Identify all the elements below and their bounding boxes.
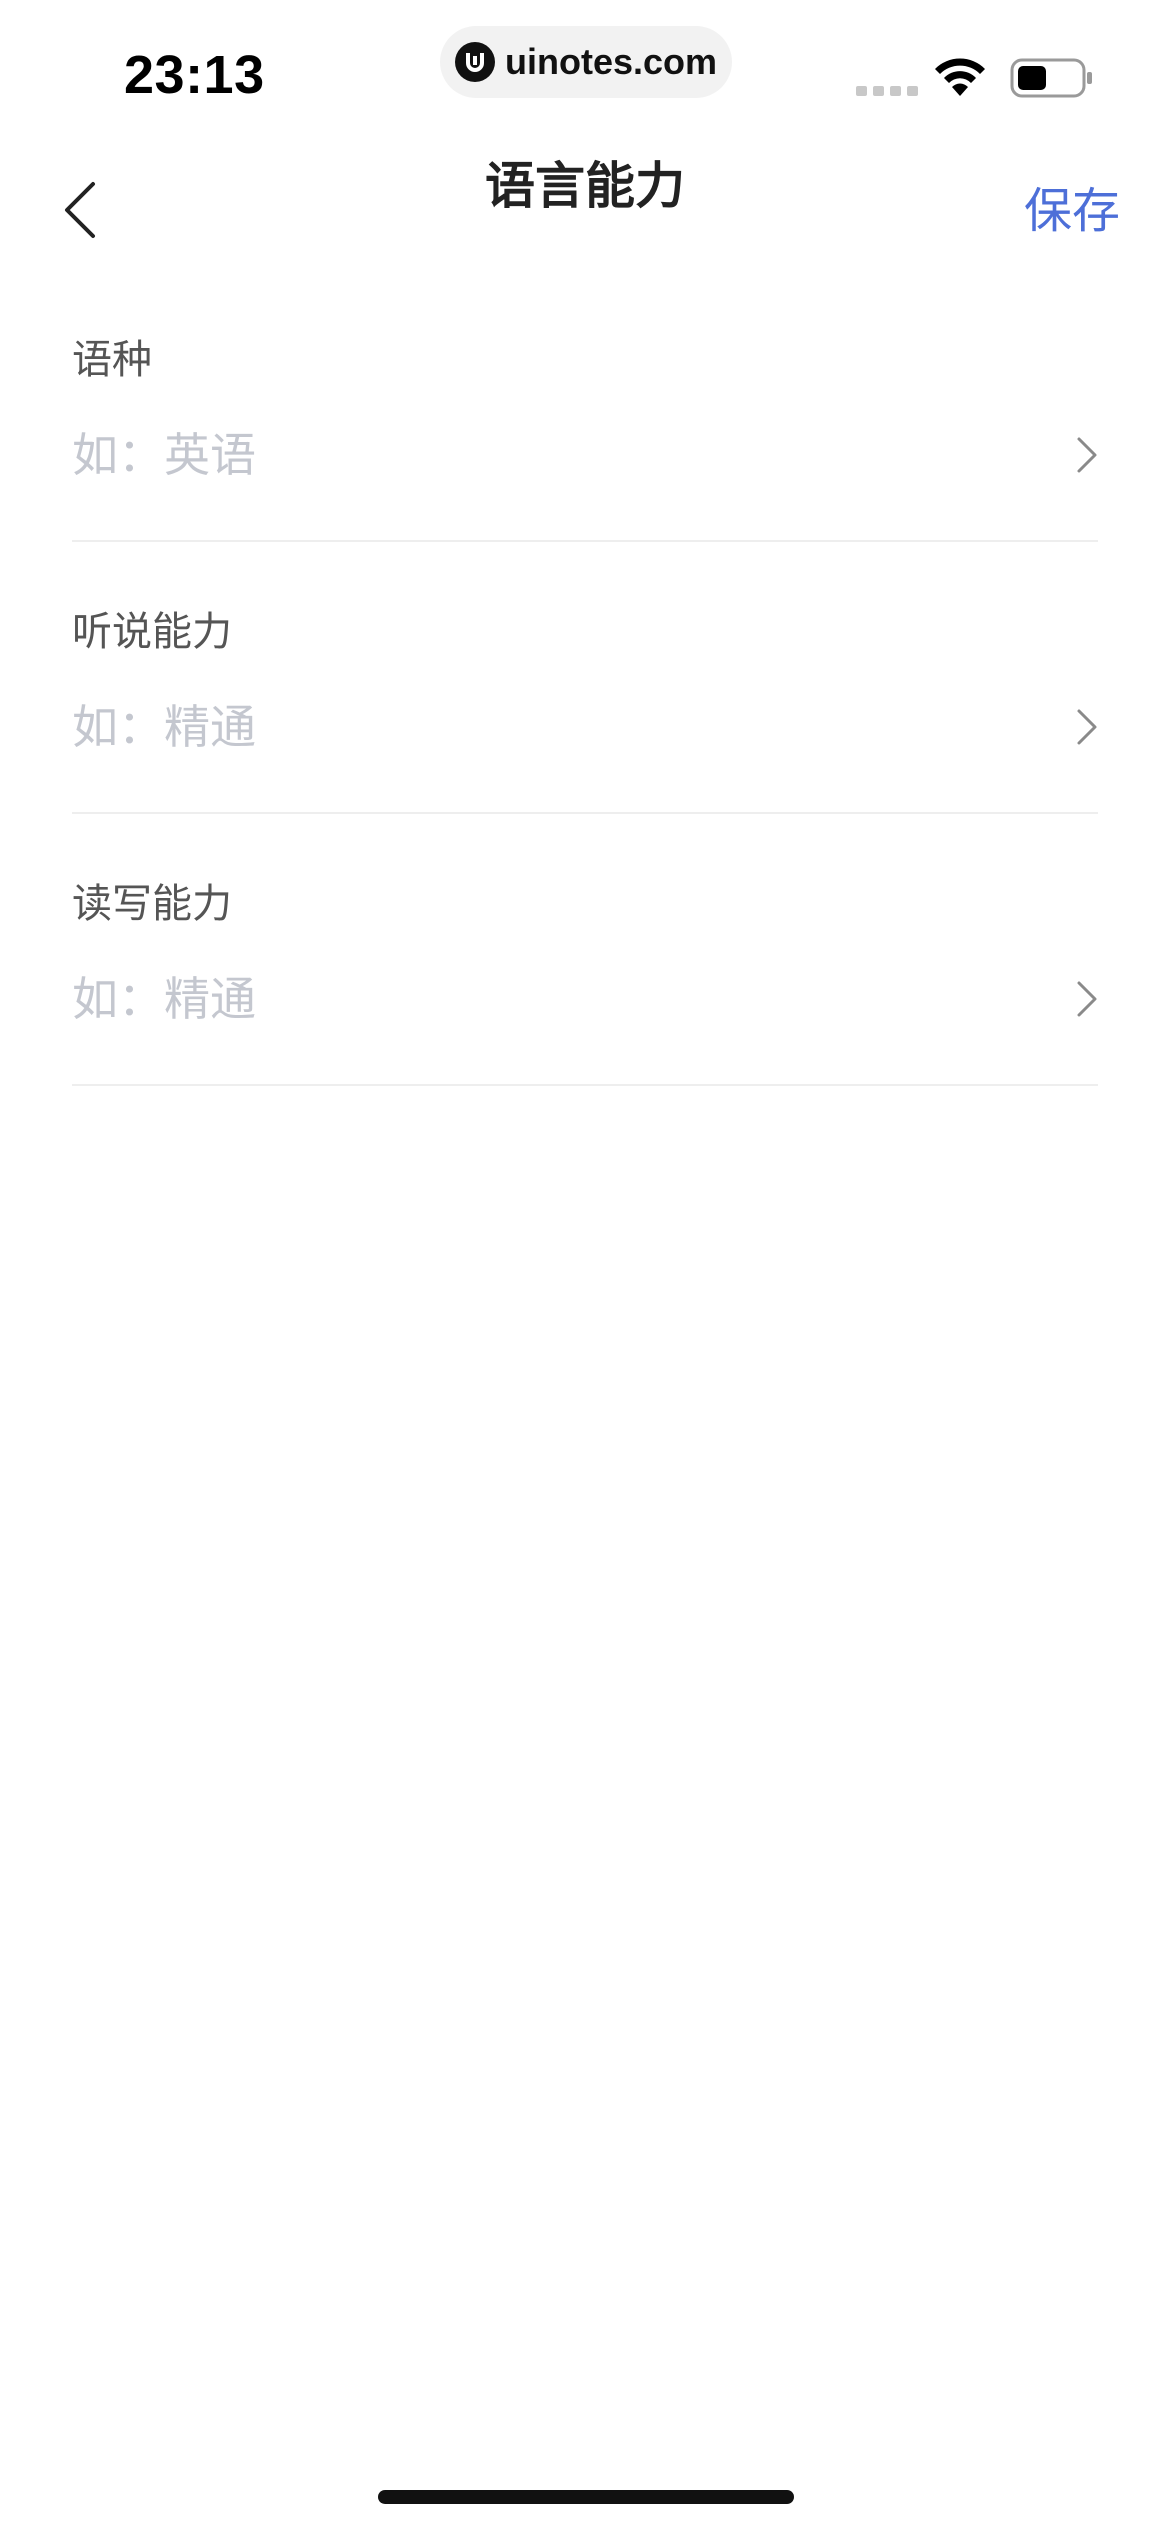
field-label: 读写能力 bbox=[72, 881, 232, 927]
chevron-right-icon bbox=[1077, 437, 1097, 473]
language-form: 语种 如：英语 听说能力 如：精通 读写能力 如：精通 bbox=[72, 270, 1098, 1086]
url-text: uinotes.com bbox=[504, 41, 718, 82]
navigation-bar: 语言能力 保存 bbox=[0, 140, 1170, 270]
reading-writing-field[interactable]: 读写能力 如：精通 bbox=[72, 814, 1098, 1086]
chevron-right-icon bbox=[1077, 981, 1097, 1017]
field-label: 语种 bbox=[72, 337, 152, 383]
field-label: 听说能力 bbox=[72, 609, 232, 655]
signal-icon bbox=[856, 86, 918, 96]
status-time: 23:13 bbox=[124, 45, 265, 105]
page-title: 语言能力 bbox=[485, 157, 685, 215]
listening-speaking-field[interactable]: 听说能力 如：精通 bbox=[72, 542, 1098, 814]
language-type-field[interactable]: 语种 如：英语 bbox=[72, 270, 1098, 542]
site-logo-icon bbox=[454, 42, 495, 82]
field-placeholder: 如：英语 bbox=[72, 428, 256, 482]
chevron-right-icon bbox=[1077, 709, 1097, 745]
save-button[interactable]: 保存 bbox=[1024, 176, 1120, 246]
battery-icon bbox=[1010, 58, 1092, 98]
home-indicator[interactable] bbox=[378, 2490, 794, 2504]
status-bar: 23:13 uinotes.com bbox=[0, 0, 1170, 140]
field-placeholder: 如：精通 bbox=[72, 700, 256, 754]
field-placeholder: 如：精通 bbox=[72, 972, 256, 1026]
wifi-icon bbox=[935, 58, 985, 96]
url-pill[interactable]: uinotes.com bbox=[440, 26, 732, 98]
